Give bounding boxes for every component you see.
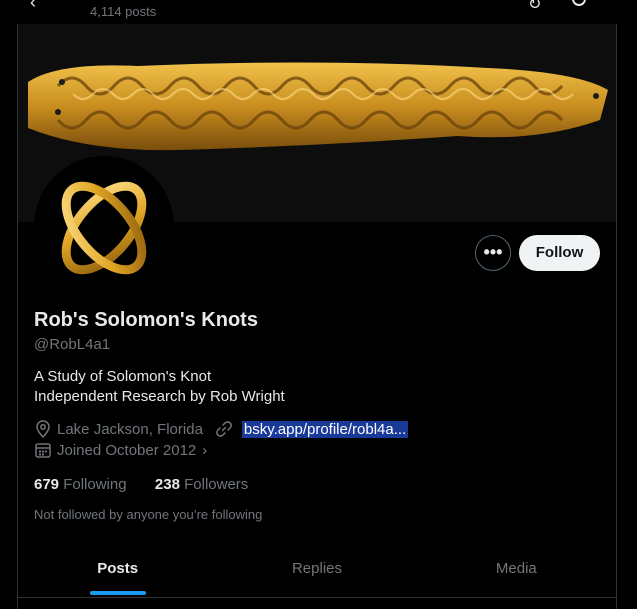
tab-label: Replies [291, 560, 342, 577]
tab-media[interactable]: Media [417, 545, 616, 597]
top-bar: ‹ 4,114 posts ↻ [0, 0, 637, 24]
back-arrow-icon[interactable]: ‹ [30, 0, 36, 13]
user-handle: @RobL4a1 [34, 336, 111, 353]
tab-replies[interactable]: Replies [217, 545, 416, 597]
tab-label: Media [495, 560, 537, 577]
website-link[interactable]: bsky.app/profile/robl4a... [241, 420, 409, 438]
following-stat[interactable]: 679 Following [34, 476, 127, 493]
followers-label: Followers [184, 476, 249, 493]
profile-meta-row: Lake Jackson, Florida bsky.app/profile/r… [34, 420, 409, 438]
followers-stat[interactable]: 238 Followers [155, 476, 248, 493]
bio-line: A Study of Solomon's Knot [34, 368, 212, 385]
profile-bio: A Study of Solomon's Knot Independent Re… [34, 367, 285, 407]
refresh-icon[interactable]: ↻ [528, 0, 541, 14]
profile-tabs: Posts Replies Media [18, 545, 616, 598]
follow-button[interactable]: Follow [519, 235, 600, 271]
tab-label: Posts [97, 560, 139, 577]
not-followed-note: Not followed by anyone you’re following [34, 507, 263, 522]
display-name: Rob's Solomon's Knots [34, 309, 258, 331]
location-pin-icon [36, 420, 50, 438]
search-icon[interactable] [572, 0, 586, 6]
joined-date: Joined October 2012 [57, 441, 197, 459]
calendar-icon [35, 443, 51, 458]
profile-meta-row: Joined October 2012 › [34, 441, 207, 459]
followers-count: 238 [154, 476, 180, 493]
active-tab-indicator [89, 591, 146, 595]
avatar[interactable] [34, 156, 174, 296]
tab-posts[interactable]: Posts [18, 545, 217, 597]
location-text: Lake Jackson, Florida [57, 420, 203, 438]
following-count: 679 [34, 476, 60, 493]
link-icon [216, 421, 232, 437]
post-count: 4,114 posts [90, 4, 157, 19]
chevron-right-icon[interactable]: › [202, 442, 207, 459]
follow-stats: 679 Following 238 Followers [34, 476, 248, 493]
more-options-button[interactable]: ••• [475, 235, 511, 271]
following-label: Following [63, 476, 127, 493]
bio-line: Independent Research by Rob Wright [34, 388, 285, 405]
